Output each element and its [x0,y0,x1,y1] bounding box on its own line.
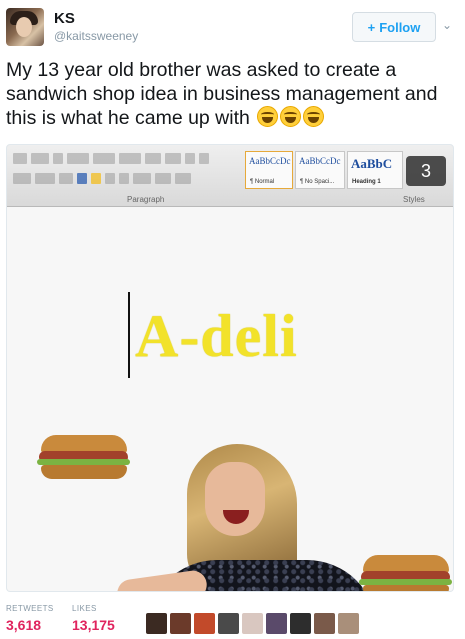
tweet-body: My 13 year old brother was asked to crea… [6,59,438,129]
likes-count: 13,175 [72,617,115,633]
sandwich-left [37,435,130,481]
tweet-media[interactable]: AaBbCcDc ¶ Normal AaBbCcDc ¶ No Spaci...… [6,144,454,592]
ribbon-row-top [13,151,209,165]
liker-avatar[interactable] [146,613,167,634]
styles-group-label: Styles [403,195,425,204]
sandwich-right [359,555,452,591]
liker-avatar[interactable] [266,613,287,634]
liker-avatar[interactable] [170,613,191,634]
likes-label: LIKES [72,604,97,613]
follow-button-label: Follow [379,19,421,35]
liker-avatar[interactable] [218,613,239,634]
ribbon-row-bottom [13,171,191,185]
liker-avatars [146,613,359,634]
text-cursor [128,292,130,378]
follow-person-plus-icon: + [367,19,376,35]
display-name[interactable]: KS [54,10,75,27]
style-no-spacing[interactable]: AaBbCcDc ¶ No Spaci... [295,151,345,189]
user-handle[interactable]: @kaitssweeney [54,29,138,43]
liker-avatar[interactable] [242,613,263,634]
style-heading-1[interactable]: AaBbC Heading 1 [347,151,403,189]
paragraph-group-label: Paragraph [127,195,165,204]
retweets-label: RETWEETS [6,604,54,613]
avatar[interactable] [6,8,44,46]
follow-button[interactable]: + Follow [352,12,436,42]
tweet-stats: RETWEETS 3,618 LIKES 13,175 [6,604,459,634]
brand-title: A-deli [135,303,298,369]
media-counter-badge[interactable]: 3 [406,156,446,186]
face-with-tears-of-joy-icon [303,106,325,127]
retweets-stat[interactable]: RETWEETS 3,618 [6,604,54,633]
tweet-header: KS @kaitssweeney + Follow ⌄ [6,8,459,48]
face-with-tears-of-joy-icon [257,106,279,127]
face-with-tears-of-joy-icon [280,106,302,127]
liker-avatar[interactable] [314,613,335,634]
document-page: A-deli [7,207,453,591]
liker-avatar[interactable] [194,613,215,634]
chevron-down-icon[interactable]: ⌄ [442,18,452,32]
word-ribbon: AaBbCcDc ¶ Normal AaBbCcDc ¶ No Spaci...… [7,145,453,207]
retweets-count: 3,618 [6,617,42,633]
avatar-face [16,17,32,37]
liker-avatar[interactable] [338,613,359,634]
person-face [205,462,265,536]
person-arm [115,568,209,591]
tweet-text: My 13 year old brother was asked to crea… [6,58,458,130]
likes-stat[interactable]: LIKES 13,175 [72,604,115,633]
style-normal[interactable]: AaBbCcDc ¶ Normal [245,151,293,189]
liker-avatar[interactable] [290,613,311,634]
